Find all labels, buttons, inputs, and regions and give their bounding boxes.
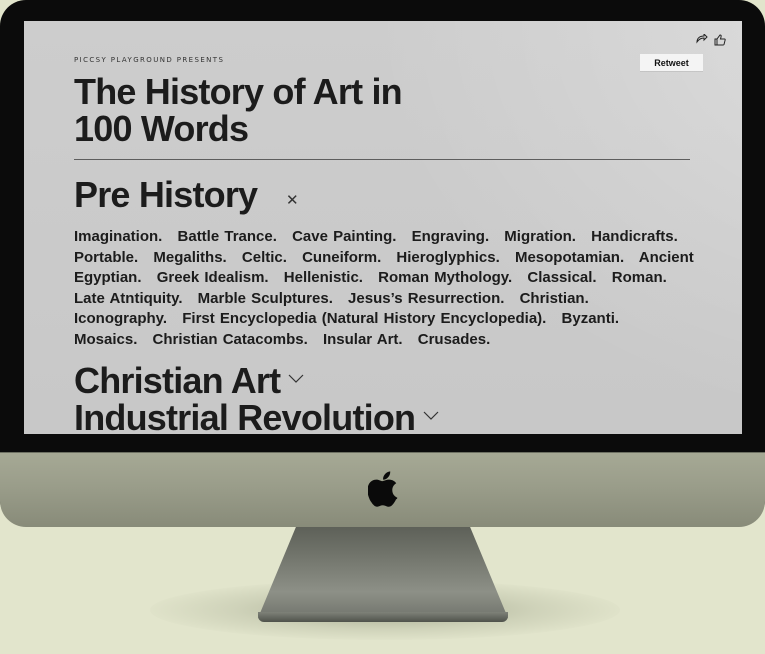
word: Imagination.	[74, 228, 163, 245]
page-title: The History of Art in 100 Words	[74, 73, 494, 147]
word: Byzanti.	[561, 310, 620, 327]
thumbs-up-icon[interactable]	[714, 33, 726, 46]
word: Portable.	[74, 248, 139, 266]
word: Crusades.	[417, 330, 491, 348]
title-divider	[74, 159, 690, 160]
screen: Retweet PICCSY PLAYGROUND PRESENTS The H…	[24, 21, 742, 434]
share-icon[interactable]	[696, 32, 708, 45]
word: Battle Trance.	[177, 228, 277, 245]
word: First Encyclopedia (Natural History Ency…	[182, 310, 547, 327]
section-title-text: Pre History	[74, 174, 258, 215]
monitor-stand	[258, 522, 508, 618]
monitor: Retweet PICCSY PLAYGROUND PRESENTS The H…	[0, 0, 765, 527]
section-title-christian-art[interactable]: Christian Art	[74, 362, 304, 400]
word: Insular Art.	[322, 330, 403, 348]
retweet-button[interactable]: Retweet	[640, 54, 703, 71]
word: Mosaics.	[74, 330, 138, 348]
section-title-pre-history[interactable]: Pre History	[74, 174, 258, 215]
chevron-down-icon	[288, 375, 304, 384]
word: Marble Sculptures.	[197, 289, 333, 307]
word: Late Atntiquity.	[74, 289, 183, 307]
word: Greek Idealism.	[156, 269, 269, 286]
word: Mesopotamian.	[514, 248, 625, 266]
presents-label: PICCSY PLAYGROUND PRESENTS	[74, 56, 225, 64]
word: Christian.	[519, 289, 589, 307]
monitor-stand-base	[258, 612, 508, 622]
word: Christian Catacombs.	[152, 330, 308, 348]
word: Classical.	[527, 269, 597, 286]
word: Migration.	[504, 228, 576, 245]
word: Cuneiform.	[302, 248, 382, 266]
section-title-text: Industrial Revolution	[74, 397, 416, 435]
social-icons	[696, 32, 726, 46]
word: Celtic.	[241, 248, 287, 266]
section-title-text: Christian Art	[74, 360, 281, 401]
monitor-chin	[0, 452, 765, 527]
close-icon[interactable]: ✕	[286, 193, 299, 208]
word: Hieroglyphics.	[396, 248, 500, 266]
word: Iconography.	[74, 310, 168, 327]
page-title-line-2: 100 Words	[74, 108, 249, 149]
word: Jesus’s Resurrection.	[348, 289, 505, 307]
word: Roman.	[611, 269, 667, 286]
section-title-industrial-revolution[interactable]: Industrial Revolution	[74, 399, 439, 434]
apple-logo-icon	[368, 471, 398, 507]
chevron-down-icon	[423, 412, 439, 421]
word-list: Imagination. Battle Trance. Cave Paintin…	[74, 227, 699, 350]
word: Hellenistic.	[283, 269, 363, 286]
word: Megaliths.	[153, 248, 227, 266]
page-title-line-1: The History of Art in	[74, 71, 403, 112]
word: Roman Mythology.	[378, 269, 513, 286]
word: Handicrafts.	[591, 228, 678, 245]
word: Cave Painting.	[292, 228, 397, 245]
word: Engraving.	[411, 228, 490, 245]
